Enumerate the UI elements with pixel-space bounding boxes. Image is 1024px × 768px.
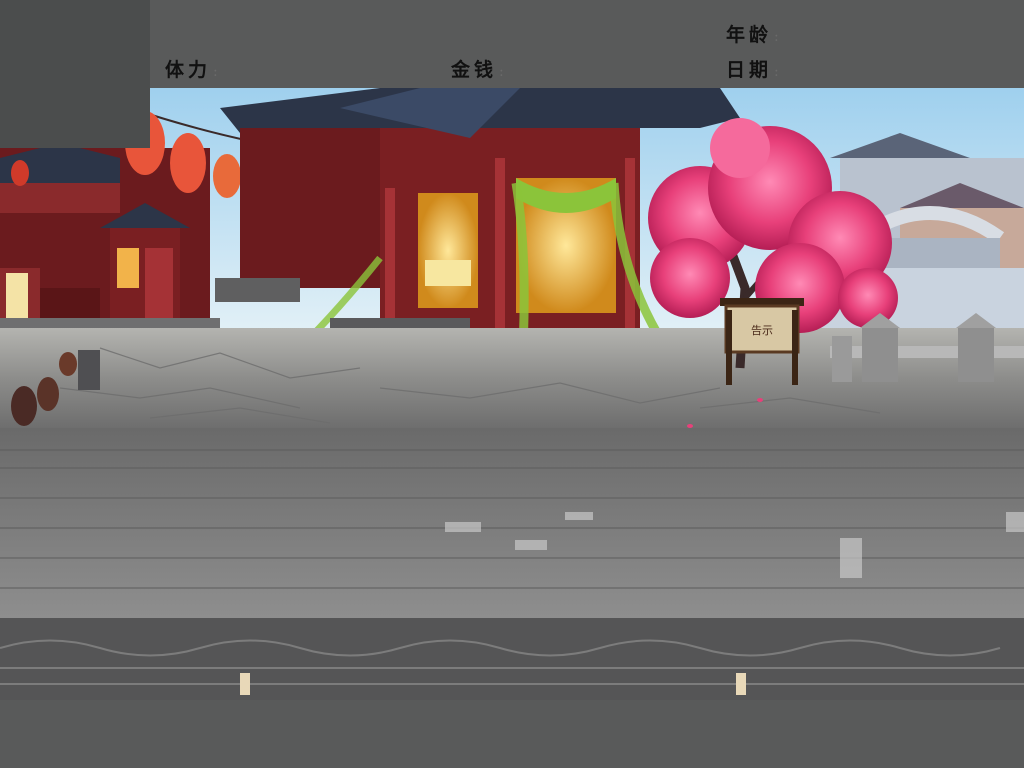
top-status-bar: [0, 0, 1024, 88]
street-scene: 告示: [0, 88, 1024, 700]
date-stat: 日期:: [726, 55, 783, 82]
stamina-label: 体力: [165, 59, 212, 81]
street-scene-art: 告示: [0, 88, 1024, 700]
stone-road: [0, 428, 1024, 618]
money-colon: :: [499, 64, 508, 80]
money-stat: 金钱:: [451, 55, 508, 82]
ornate-curb: [0, 618, 1024, 700]
curb-post-right: [736, 673, 746, 695]
bottom-bar: [0, 700, 1024, 768]
age-label: 年龄: [726, 24, 773, 46]
age-colon: :: [774, 29, 783, 45]
curb-post-left: [240, 673, 250, 695]
portrait-panel: [0, 0, 150, 148]
date-label: 日期: [726, 59, 773, 81]
stamina-colon: :: [213, 64, 222, 80]
stamina-stat: 体力:: [165, 55, 222, 82]
notice-board-text: 告示: [751, 324, 773, 337]
date-colon: :: [774, 64, 783, 80]
age-stat: 年龄:: [726, 20, 783, 47]
money-label: 金钱: [451, 59, 498, 81]
